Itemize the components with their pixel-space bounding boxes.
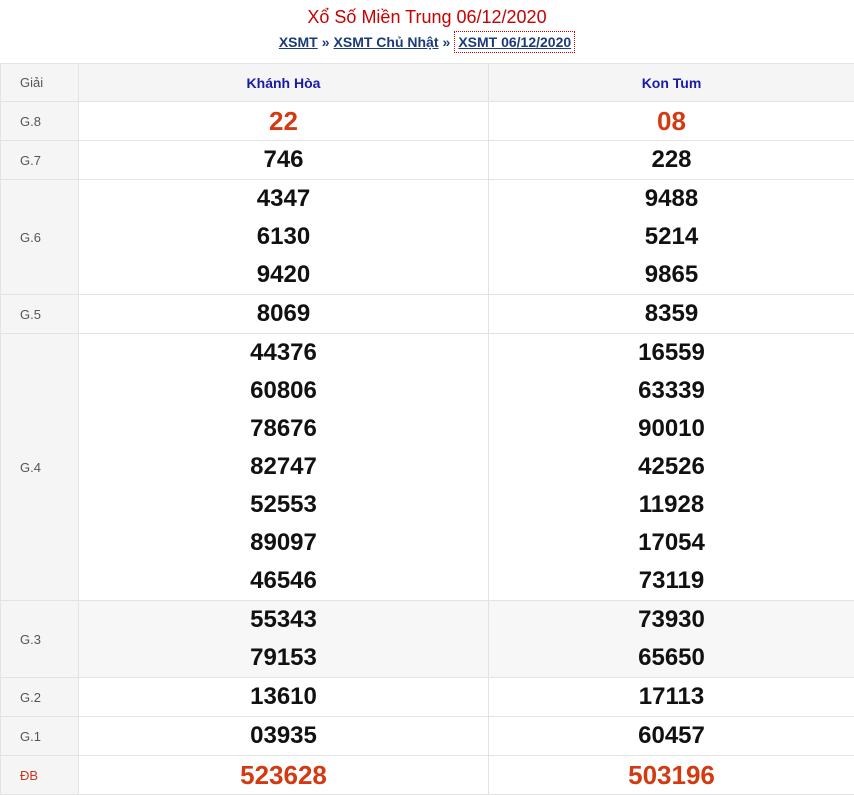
table-header-row: Giải Khánh Hòa Kon Tum <box>0 63 854 102</box>
kon-tum-cell: 16559 63339 90010 42526 11928 17054 73119 <box>488 333 854 601</box>
khanh-hoa-cell: 4347 6130 9420 <box>78 179 489 295</box>
khanh-hoa-cell: 22 <box>78 101 489 141</box>
lottery-number: 22 <box>269 106 298 136</box>
lottery-number: 82747 <box>250 453 317 480</box>
table-row: G.8 22 08 <box>0 101 854 141</box>
kon-tum-cell: 8359 <box>488 294 854 334</box>
lottery-number: 16559 <box>638 339 705 366</box>
lottery-number: 9865 <box>644 261 699 288</box>
lottery-number: 63339 <box>638 377 705 404</box>
results-body: G.8 22 08 G.7 746 228 G.6 4347 6130 9420 9488 5214 9… <box>0 101 854 795</box>
lottery-number: 79153 <box>250 644 317 671</box>
kon-tum-cell: 503196 <box>488 755 854 795</box>
lottery-number: 52553 <box>250 491 317 518</box>
kon-tum-cell: 228 <box>488 140 854 180</box>
kon-tum-cell: 9488 5214 9865 <box>488 179 854 295</box>
lottery-number: 90010 <box>638 415 705 442</box>
lottery-number: 46546 <box>250 567 317 594</box>
lottery-number: 17113 <box>638 683 705 710</box>
lottery-number: 8069 <box>256 300 311 327</box>
column-header-khanh-hoa: Khánh Hòa <box>78 63 489 102</box>
lottery-number: 523628 <box>240 760 327 790</box>
lottery-number: 89097 <box>250 529 317 556</box>
prize-label: G.3 <box>0 600 79 678</box>
khanh-hoa-cell: 03935 <box>78 716 489 756</box>
prize-label: G.8 <box>0 101 79 141</box>
page-title: Xổ Số Miền Trung 06/12/2020 <box>307 7 547 27</box>
lottery-number: 03935 <box>250 722 317 749</box>
lottery-number: 8359 <box>644 300 699 327</box>
prize-label: G.7 <box>0 140 79 180</box>
table-row: G.7 746 228 <box>0 140 854 180</box>
lottery-number: 73119 <box>638 567 705 594</box>
khanh-hoa-cell: 746 <box>78 140 489 180</box>
prize-label: G.4 <box>0 333 79 601</box>
kon-tum-cell: 17113 <box>488 677 854 717</box>
breadcrumb: XSMT» XSMT Chủ Nhật» XSMT 06/12/2020 <box>0 31 854 53</box>
khanh-hoa-cell: 55343 79153 <box>78 600 489 678</box>
lottery-number: 746 <box>263 146 304 173</box>
lottery-number: 9488 <box>644 185 699 212</box>
lottery-number: 13610 <box>250 683 317 710</box>
prize-label: G.6 <box>0 179 79 295</box>
kon-tum-cell: 60457 <box>488 716 854 756</box>
prize-label: G.2 <box>0 677 79 717</box>
lottery-number: 11928 <box>638 491 705 518</box>
lottery-number: 6130 <box>256 223 311 250</box>
lottery-number: 42526 <box>638 453 705 480</box>
khanh-hoa-cell: 523628 <box>78 755 489 795</box>
kon-tum-cell: 08 <box>488 101 854 141</box>
table-row: G.6 4347 6130 9420 9488 5214 9865 <box>0 179 854 295</box>
breadcrumb-link-current-date[interactable]: XSMT 06/12/2020 <box>454 31 576 53</box>
lottery-number: 17054 <box>638 529 705 556</box>
table-row: ĐB 523628 503196 <box>0 755 854 795</box>
lottery-number: 5214 <box>644 223 699 250</box>
breadcrumb-separator: » <box>442 34 451 50</box>
page-header: Xổ Số Miền Trung 06/12/2020 XSMT» XSMT Ch… <box>0 0 854 63</box>
lottery-number: 4347 <box>256 185 311 212</box>
lottery-number: 9420 <box>256 261 311 288</box>
lottery-number: 65650 <box>638 644 705 671</box>
breadcrumb-link-xsmt-sunday[interactable]: XSMT Chủ Nhật <box>334 34 439 50</box>
prize-label: G.1 <box>0 716 79 756</box>
lottery-number: 60457 <box>638 722 705 749</box>
breadcrumb-separator: » <box>321 34 330 50</box>
lottery-number: 78676 <box>250 415 317 442</box>
lottery-number: 60806 <box>250 377 317 404</box>
table-row: G.2 13610 17113 <box>0 677 854 717</box>
column-header-prize: Giải <box>0 63 79 102</box>
khanh-hoa-cell: 8069 <box>78 294 489 334</box>
column-header-kon-tum: Kon Tum <box>488 63 854 102</box>
breadcrumb-link-xsmt[interactable]: XSMT <box>279 34 318 50</box>
lottery-number: 55343 <box>250 606 317 633</box>
lottery-number: 228 <box>651 146 692 173</box>
lottery-number: 44376 <box>250 339 317 366</box>
khanh-hoa-cell: 44376 60806 78676 82747 52553 89097 46546 <box>78 333 489 601</box>
lottery-number: 08 <box>657 106 686 136</box>
kon-tum-cell: 73930 65650 <box>488 600 854 678</box>
khanh-hoa-cell: 13610 <box>78 677 489 717</box>
prize-label: G.5 <box>0 294 79 334</box>
results-table: Giải Khánh Hòa Kon Tum G.8 22 08 G.7 746 228 G… <box>0 63 854 795</box>
lottery-number: 503196 <box>628 760 715 790</box>
table-row: G.1 03935 60457 <box>0 716 854 756</box>
table-row: G.4 44376 60806 78676 82747 52553 89097 46546 16… <box>0 333 854 601</box>
table-row: G.5 8069 8359 <box>0 294 854 334</box>
table-row: G.3 55343 79153 73930 65650 <box>0 600 854 678</box>
prize-label: ĐB <box>0 755 79 795</box>
lottery-number: 73930 <box>638 606 705 633</box>
